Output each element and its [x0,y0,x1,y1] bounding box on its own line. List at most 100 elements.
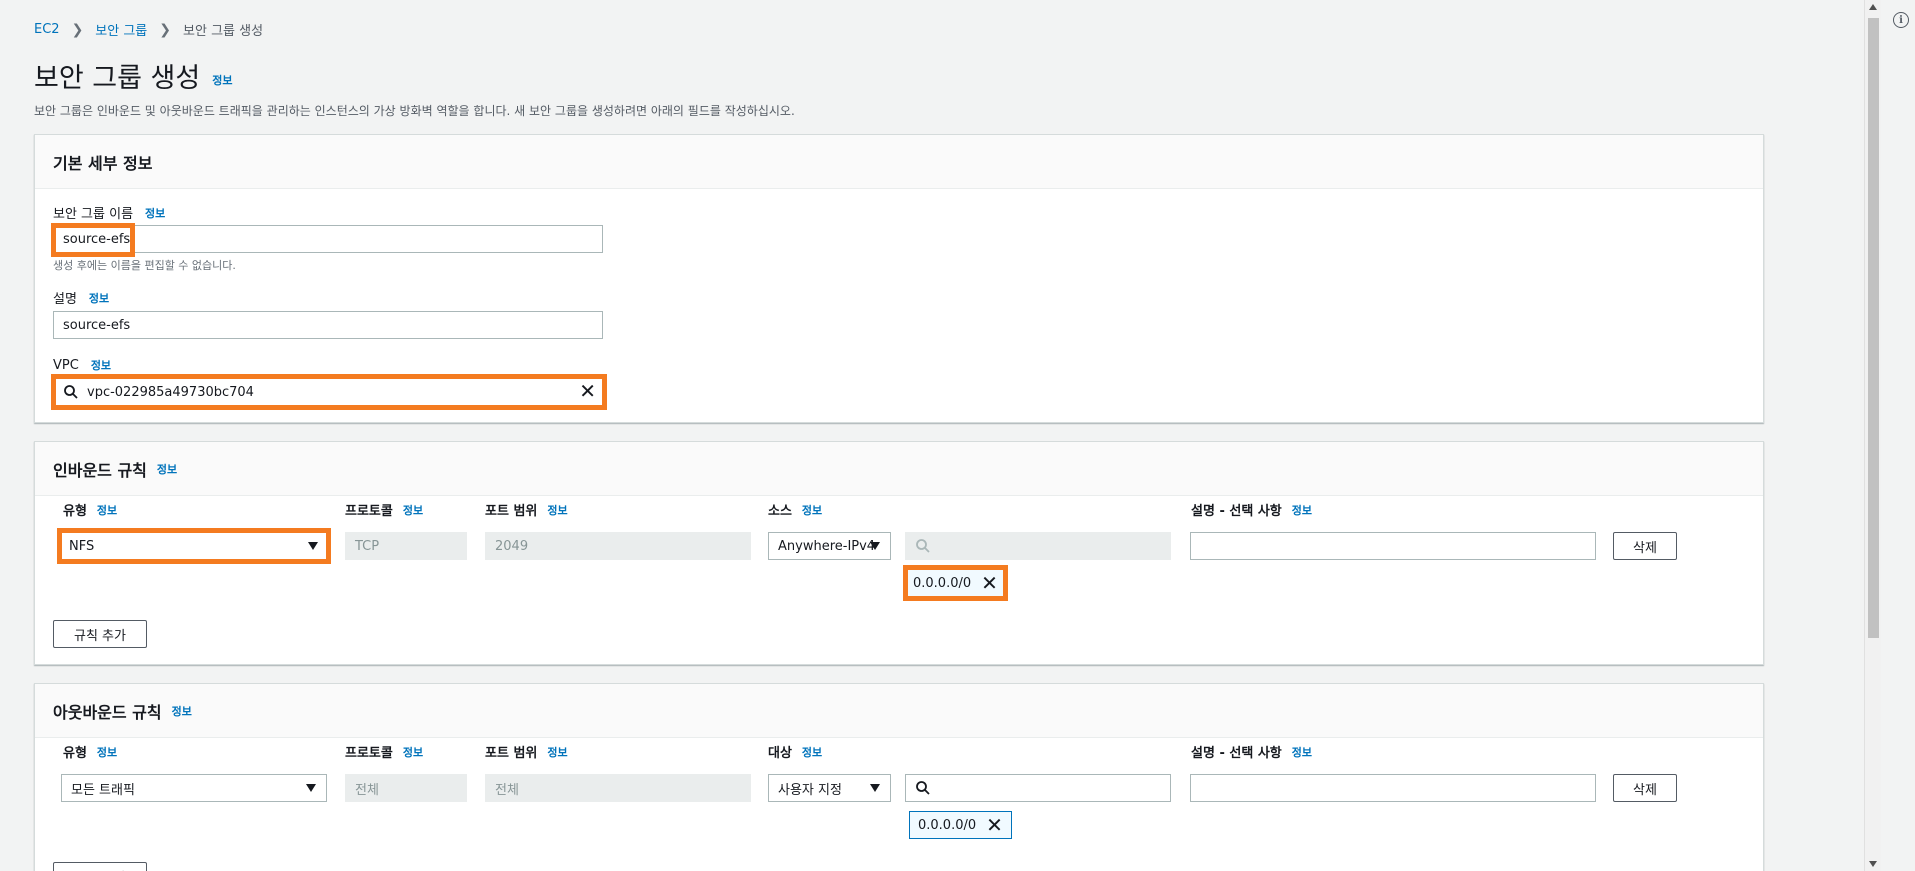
inbound-cidr-value: 0.0.0.0/0 [913,575,972,591]
outbound-cidr-search[interactable] [905,774,1171,802]
vpc-search-input[interactable]: vpc-022985a49730bc704 ✕ [51,374,607,410]
outbound-dest-select[interactable]: 사용자 지정 [768,774,891,802]
remove-token-icon[interactable]: ✕ [981,573,998,593]
outbound-cidr-value: 0.0.0.0/0 [918,817,977,833]
inbound-cidr-search[interactable] [905,532,1171,560]
info-panel-icon[interactable]: i [1893,12,1909,28]
search-icon [915,780,931,796]
inbound-rules-title: 인바운드 규칙 [53,460,147,480]
inbound-type-value: NFS [69,538,95,554]
inbound-add-rule-button[interactable]: 규칙 추가 [53,620,147,648]
outbound-protocol-info-link[interactable]: 정보 [403,744,423,760]
outbound-rules-title: 아웃바운드 규칙 [53,702,162,722]
vpc-label-text: VPC [53,357,79,373]
outbound-col-port: 포트 범위 정보 [485,742,568,762]
breadcrumb-security-groups[interactable]: 보안 그룹 [95,20,147,39]
outbound-add-rule-button[interactable]: 규칙 추가 [53,862,147,871]
outbound-protocol-input: 전체 [345,774,467,802]
sg-name-highlight [51,223,135,257]
description-input[interactable]: source-efs [53,311,603,339]
inbound-desc-info-link[interactable]: 정보 [1292,502,1312,518]
outbound-col-desc-text: 설명 - 선택 사항 [1191,746,1282,761]
outbound-desc-info-link[interactable]: 정보 [1292,744,1312,760]
vpc-value: vpc-022985a49730bc704 [87,384,254,400]
inbound-port-value: 2049 [495,538,529,554]
inbound-type-info-link[interactable]: 정보 [97,502,117,518]
remove-token-icon[interactable]: ✕ [986,815,1003,835]
inbound-col-desc: 설명 - 선택 사항 정보 [1191,500,1312,520]
outbound-col-dest: 대상 정보 [768,742,822,762]
chevron-right-icon: ❯ [71,21,84,38]
page-title-text: 보안 그룹 생성 [34,63,201,94]
inbound-col-port-text: 포트 범위 [485,504,538,519]
clear-icon[interactable]: ✕ [579,381,596,401]
page-description: 보안 그룹은 인바운드 및 아웃바운드 트래픽을 관리하는 인스턴스의 가상 방… [34,104,795,118]
outbound-type-select[interactable]: 모든 트래픽 [61,774,327,802]
basic-details-heading: 기본 세부 정보 [35,135,1763,189]
description-info-link[interactable]: 정보 [89,290,109,306]
inbound-delete-button[interactable]: 삭제 [1613,532,1677,560]
inbound-port-info-link[interactable]: 정보 [547,502,567,518]
description-label-text: 설명 [53,292,77,307]
outbound-rules-heading: 아웃바운드 규칙 정보 [35,684,1763,738]
outbound-col-protocol-text: 프로토콜 [345,746,393,761]
outbound-type-value: 모든 트래픽 [71,782,135,798]
inbound-description-input[interactable] [1190,532,1596,560]
caret-down-icon [870,784,880,792]
outbound-dest-info-link[interactable]: 정보 [802,744,822,760]
basic-details-title: 기본 세부 정보 [53,153,153,173]
outbound-description-input[interactable] [1190,774,1596,802]
inbound-col-port: 포트 범위 정보 [485,500,568,520]
breadcrumb-ec2[interactable]: EC2 [34,22,60,37]
scroll-up-icon[interactable] [1869,4,1877,10]
inbound-col-type-text: 유형 [63,504,87,519]
inbound-rules-heading: 인바운드 규칙 정보 [35,442,1763,496]
basic-details-panel: 기본 세부 정보 보안 그룹 이름 정보 source-efs 생성 후에는 이… [34,134,1764,423]
inbound-col-type: 유형 정보 [63,500,117,520]
outbound-rules-panel: 아웃바운드 규칙 정보 유형 정보 프로토콜 정보 포트 범위 정보 대상 정보… [34,683,1764,871]
outbound-port-info-link[interactable]: 정보 [547,744,567,760]
page-scrollbar[interactable] [1864,0,1881,871]
breadcrumb-current: 보안 그룹 생성 [183,24,264,39]
sg-name-input[interactable]: source-efs [51,223,603,257]
search-icon [63,384,79,400]
inbound-rules-panel: 인바운드 규칙 정보 유형 정보 프로토콜 정보 포트 범위 정보 소스 정보 … [34,441,1764,665]
inbound-col-desc-text: 설명 - 선택 사항 [1191,504,1282,519]
scroll-thumb[interactable] [1868,18,1879,638]
inbound-source-info-link[interactable]: 정보 [802,502,822,518]
sg-name-label-text: 보안 그룹 이름 [53,207,134,222]
sg-name-info-link[interactable]: 정보 [145,205,165,221]
page-title: 보안 그룹 생성 정보 [34,56,232,95]
outbound-col-desc: 설명 - 선택 사항 정보 [1191,742,1312,762]
breadcrumb: EC2 ❯ 보안 그룹 ❯ 보안 그룹 생성 [34,20,264,40]
inbound-cidr-token: 0.0.0.0/0 ✕ [903,565,1008,601]
outbound-delete-button[interactable]: 삭제 [1613,774,1677,802]
caret-down-icon [870,542,880,550]
inbound-col-protocol: 프로토콜 정보 [345,500,423,520]
inbound-protocol-value: TCP [355,538,380,554]
search-icon [915,538,931,554]
inbound-type-select[interactable]: NFS [57,528,331,564]
outbound-port-value: 전체 [495,782,519,798]
outbound-dest-value: 사용자 지정 [778,782,842,798]
vpc-info-link[interactable]: 정보 [91,357,111,373]
outbound-col-protocol: 프로토콜 정보 [345,742,423,762]
scroll-down-icon[interactable] [1869,861,1877,867]
sg-name-label: 보안 그룹 이름 정보 [53,203,165,223]
inbound-source-value: Anywhere-IPv4 [778,538,876,554]
inbound-protocol-input: TCP [345,532,467,560]
outbound-type-info-link[interactable]: 정보 [97,744,117,760]
inbound-protocol-info-link[interactable]: 정보 [403,502,423,518]
caret-down-icon [308,542,318,550]
caret-down-icon [306,784,316,792]
inbound-col-protocol-text: 프로토콜 [345,504,393,519]
inbound-col-source-text: 소스 [768,504,792,519]
outbound-info-link[interactable]: 정보 [172,703,192,719]
outbound-col-dest-text: 대상 [768,746,792,761]
page-info-link[interactable]: 정보 [212,72,232,88]
inbound-info-link[interactable]: 정보 [157,461,177,477]
outbound-port-input: 전체 [485,774,751,802]
inbound-source-select[interactable]: Anywhere-IPv4 [768,532,891,560]
inbound-col-source: 소스 정보 [768,500,822,520]
outbound-col-type-text: 유형 [63,746,87,761]
